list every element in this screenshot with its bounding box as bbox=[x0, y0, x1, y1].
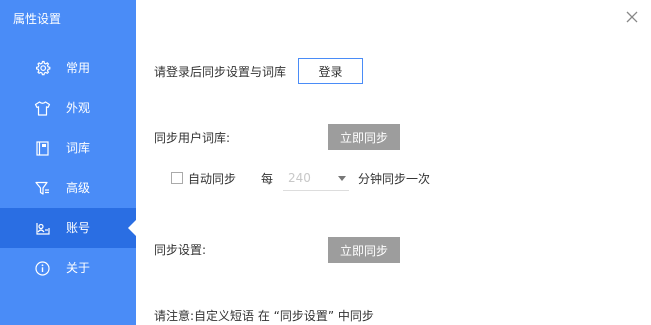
sidebar-item-advanced[interactable]: 高级 bbox=[0, 168, 136, 208]
shirt-icon bbox=[34, 101, 51, 116]
every-label: 每 bbox=[261, 172, 274, 186]
sidebar-item-label: 常用 bbox=[66, 61, 91, 75]
sync-lexicon-label: 同步用户词库: bbox=[154, 131, 231, 145]
auto-sync-label: 自动同步 bbox=[188, 172, 237, 186]
sidebar-item-label: 高级 bbox=[66, 181, 91, 195]
interval-suffix: 分钟同步一次 bbox=[358, 172, 431, 186]
window-title: 属性设置 bbox=[13, 12, 62, 26]
sync-settings-label: 同步设置: bbox=[154, 243, 207, 257]
sidebar-item-lexicon[interactable]: 词库 bbox=[0, 128, 136, 168]
gear-icon bbox=[36, 60, 51, 76]
sidebar-item-account[interactable]: 账号 bbox=[0, 208, 136, 248]
id-card-icon bbox=[36, 223, 50, 235]
info-icon bbox=[35, 261, 50, 276]
chevron-down-icon bbox=[338, 176, 346, 181]
sync-lexicon-button[interactable]: 立即同步 bbox=[328, 124, 400, 150]
sidebar-item-general[interactable]: 常用 bbox=[0, 48, 136, 88]
sidebar-item-appearance[interactable]: 外观 bbox=[0, 88, 136, 128]
sidebar-item-label: 关于 bbox=[66, 261, 91, 275]
sidebar: 属性设置 常用 外观 词库 高级 账号 关于 bbox=[0, 0, 136, 325]
filter-icon bbox=[35, 181, 49, 195]
sidebar-item-about[interactable]: 关于 bbox=[0, 248, 136, 288]
sidebar-item-label: 外观 bbox=[66, 101, 91, 115]
sidebar-item-label: 账号 bbox=[66, 221, 91, 235]
auto-sync-checkbox[interactable] bbox=[171, 172, 183, 184]
sidebar-item-label: 词库 bbox=[66, 141, 91, 155]
book-icon bbox=[36, 141, 49, 156]
sync-interval-select[interactable]: 240 bbox=[283, 167, 349, 191]
sync-note: 请注意:自定义短语 在 “同步设置” 中同步 bbox=[154, 309, 374, 323]
close-icon[interactable] bbox=[625, 10, 639, 24]
login-button[interactable]: 登录 bbox=[298, 58, 363, 84]
login-prompt: 请登录后同步设置与词库 bbox=[154, 65, 287, 79]
sync-settings-button[interactable]: 立即同步 bbox=[328, 237, 400, 263]
sync-interval-value: 240 bbox=[288, 171, 311, 185]
